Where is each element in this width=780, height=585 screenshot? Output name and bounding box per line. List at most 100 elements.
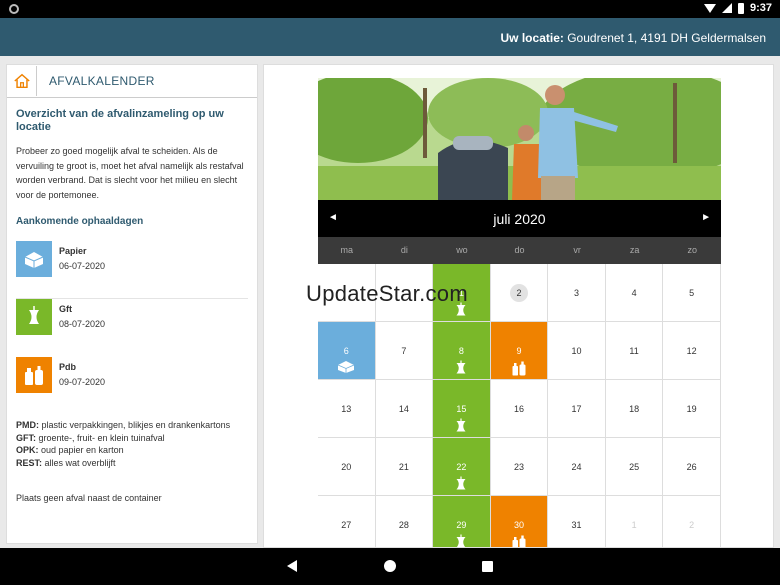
day-number: 18 <box>629 404 640 414</box>
calendar-day-cell[interactable]: 31 <box>548 496 606 547</box>
calendar-day-cell[interactable]: 18 <box>605 380 664 438</box>
weekday-label: wo <box>456 245 468 255</box>
calendar-day-cell[interactable]: 8 <box>433 322 491 380</box>
calendar-day-cell[interactable]: 30 <box>490 496 549 547</box>
calendar-day-cell[interactable]: 21 <box>375 438 434 496</box>
bottles-icon <box>16 357 52 393</box>
signal-icon <box>721 3 732 13</box>
sidebar-panel: AFVALKALENDER Overzicht van de afvalinza… <box>6 64 258 544</box>
day-number: 8 <box>458 346 464 356</box>
calendar-day-cell[interactable]: 27 <box>318 496 376 547</box>
month-header: ◄ juli 2020 ► <box>318 200 721 237</box>
calendar-day-cell[interactable]: 5 <box>663 264 721 322</box>
day-number: 28 <box>398 520 409 530</box>
legend-item: OPK: oud papier en karton <box>16 445 124 455</box>
calendar-day-cell[interactable]: 19 <box>663 380 721 438</box>
intro-text: Probeer zo goed mogelijk afval te scheid… <box>16 146 244 200</box>
calendar-day-cell[interactable]: 16 <box>490 380 549 438</box>
watermark: UpdateStar.com <box>306 281 468 306</box>
day-number: 2 <box>689 520 695 530</box>
pickup-list: Papier 06-07-2020 Gft 08-07-2020 Pdb 09-… <box>16 241 248 415</box>
note-text: Plaats geen afval naast de container <box>16 493 162 503</box>
clock: 9:37 <box>749 2 772 14</box>
calendar-day-cell[interactable]: 26 <box>663 438 721 496</box>
calendar-day-cell[interactable]: 12 <box>663 322 721 380</box>
weekday-label: zo <box>687 245 698 255</box>
next-month-button[interactable]: ► <box>701 212 711 223</box>
pickup-date: 08-07-2020 <box>59 319 106 329</box>
divider <box>16 298 248 299</box>
pickup-date: 09-07-2020 <box>59 377 106 387</box>
calendar-day-cell[interactable]: 20 <box>318 438 376 496</box>
navigation-bar <box>0 548 780 585</box>
calendar-day-cell[interactable]: 11 <box>605 322 664 380</box>
day-number: 7 <box>401 346 407 356</box>
pickup-type: Papier <box>59 246 87 256</box>
pickup-item-pdb[interactable]: Pdb 09-07-2020 <box>16 357 139 393</box>
calendar-day-cell[interactable]: 23 <box>490 438 549 496</box>
app-bar: Uw locatie: Goudrenet 1, 4191 DH Gelderm… <box>0 18 780 56</box>
day-number: 12 <box>686 346 697 356</box>
day-number: 27 <box>341 520 352 530</box>
bottles-icon <box>511 534 527 547</box>
home-nav-button[interactable] <box>384 560 396 572</box>
day-number: 14 <box>398 404 409 414</box>
calendar-day-cell[interactable]: 13 <box>318 380 376 438</box>
day-number: 17 <box>571 404 582 414</box>
legend-item: GFT: groente-, fruit- en klein tuinafval <box>16 432 165 443</box>
weekday-header: ma di wo do vr za zo <box>318 237 721 264</box>
calendar-day-cell[interactable]: 14 <box>375 380 434 438</box>
paper-icon <box>336 360 356 379</box>
weekday-label: za <box>629 245 640 255</box>
day-number: 23 <box>513 462 524 472</box>
day-number: 2 <box>491 284 548 302</box>
calendar-day-cell[interactable]: 15 <box>433 380 491 438</box>
sidebar-header: AFVALKALENDER <box>7 65 257 98</box>
home-icon <box>13 73 30 89</box>
calendar-day-cell[interactable]: 28 <box>375 496 434 547</box>
location-display: Uw locatie: Goudrenet 1, 4191 DH Gelderm… <box>501 31 766 45</box>
day-number: 4 <box>631 288 637 298</box>
calendar-day-cell[interactable]: 3 <box>548 264 606 322</box>
pickup-type: Gft <box>59 304 72 314</box>
legend-item: PMD: plastic verpakkingen, blikjes en dr… <box>16 420 231 430</box>
calendar-day-cell[interactable]: 2 <box>663 496 721 547</box>
day-number: 25 <box>629 462 640 472</box>
day-number: 13 <box>341 404 352 414</box>
upcoming-heading: Aankomende ophaaldagen <box>16 216 144 227</box>
calendar-day-cell[interactable]: 2 <box>490 264 549 322</box>
sidebar-title: AFVALKALENDER <box>49 74 155 88</box>
calendar-day-cell[interactable]: 6 <box>318 322 376 380</box>
calendar-day-cell[interactable]: 17 <box>548 380 606 438</box>
legend-item: REST: alles wat overblijft <box>16 457 116 468</box>
apple-core-icon <box>455 476 467 497</box>
battery-icon <box>737 2 744 14</box>
status-bar: 9:37 <box>0 0 780 18</box>
calendar-day-cell[interactable]: 10 <box>548 322 606 380</box>
day-number: 24 <box>571 462 582 472</box>
calendar-day-cell[interactable]: 25 <box>605 438 664 496</box>
calendar-day-cell[interactable]: 22 <box>433 438 491 496</box>
waste-legend: PMD: plastic verpakkingen, blikjes en dr… <box>16 419 248 469</box>
calendar-day-cell[interactable]: 1 <box>605 496 664 547</box>
back-button[interactable] <box>287 560 297 572</box>
sidebar-content: Overzicht van de afvalinzameling op uw l… <box>7 98 257 513</box>
day-number: 9 <box>516 346 522 356</box>
paper-icon <box>16 241 52 277</box>
day-number: 5 <box>689 288 695 298</box>
day-number: 21 <box>398 462 409 472</box>
day-number: 29 <box>456 520 467 530</box>
recent-apps-button[interactable] <box>482 561 493 572</box>
month-title: juli 2020 <box>493 211 546 227</box>
calendar-day-cell[interactable]: 4 <box>605 264 664 322</box>
pickup-item-gft[interactable]: Gft 08-07-2020 <box>16 299 139 335</box>
pickup-item-papier[interactable]: Papier 06-07-2020 <box>16 241 139 277</box>
weekday-label: do <box>514 245 525 255</box>
calendar-day-cell[interactable]: 29 <box>433 496 491 547</box>
pickup-date: 06-07-2020 <box>59 261 106 271</box>
calendar-day-cell[interactable]: 9 <box>490 322 549 380</box>
pickup-type: Pdb <box>59 362 76 372</box>
calendar-day-cell[interactable]: 7 <box>375 322 434 380</box>
home-button[interactable] <box>7 66 37 96</box>
calendar-day-cell[interactable]: 24 <box>548 438 606 496</box>
